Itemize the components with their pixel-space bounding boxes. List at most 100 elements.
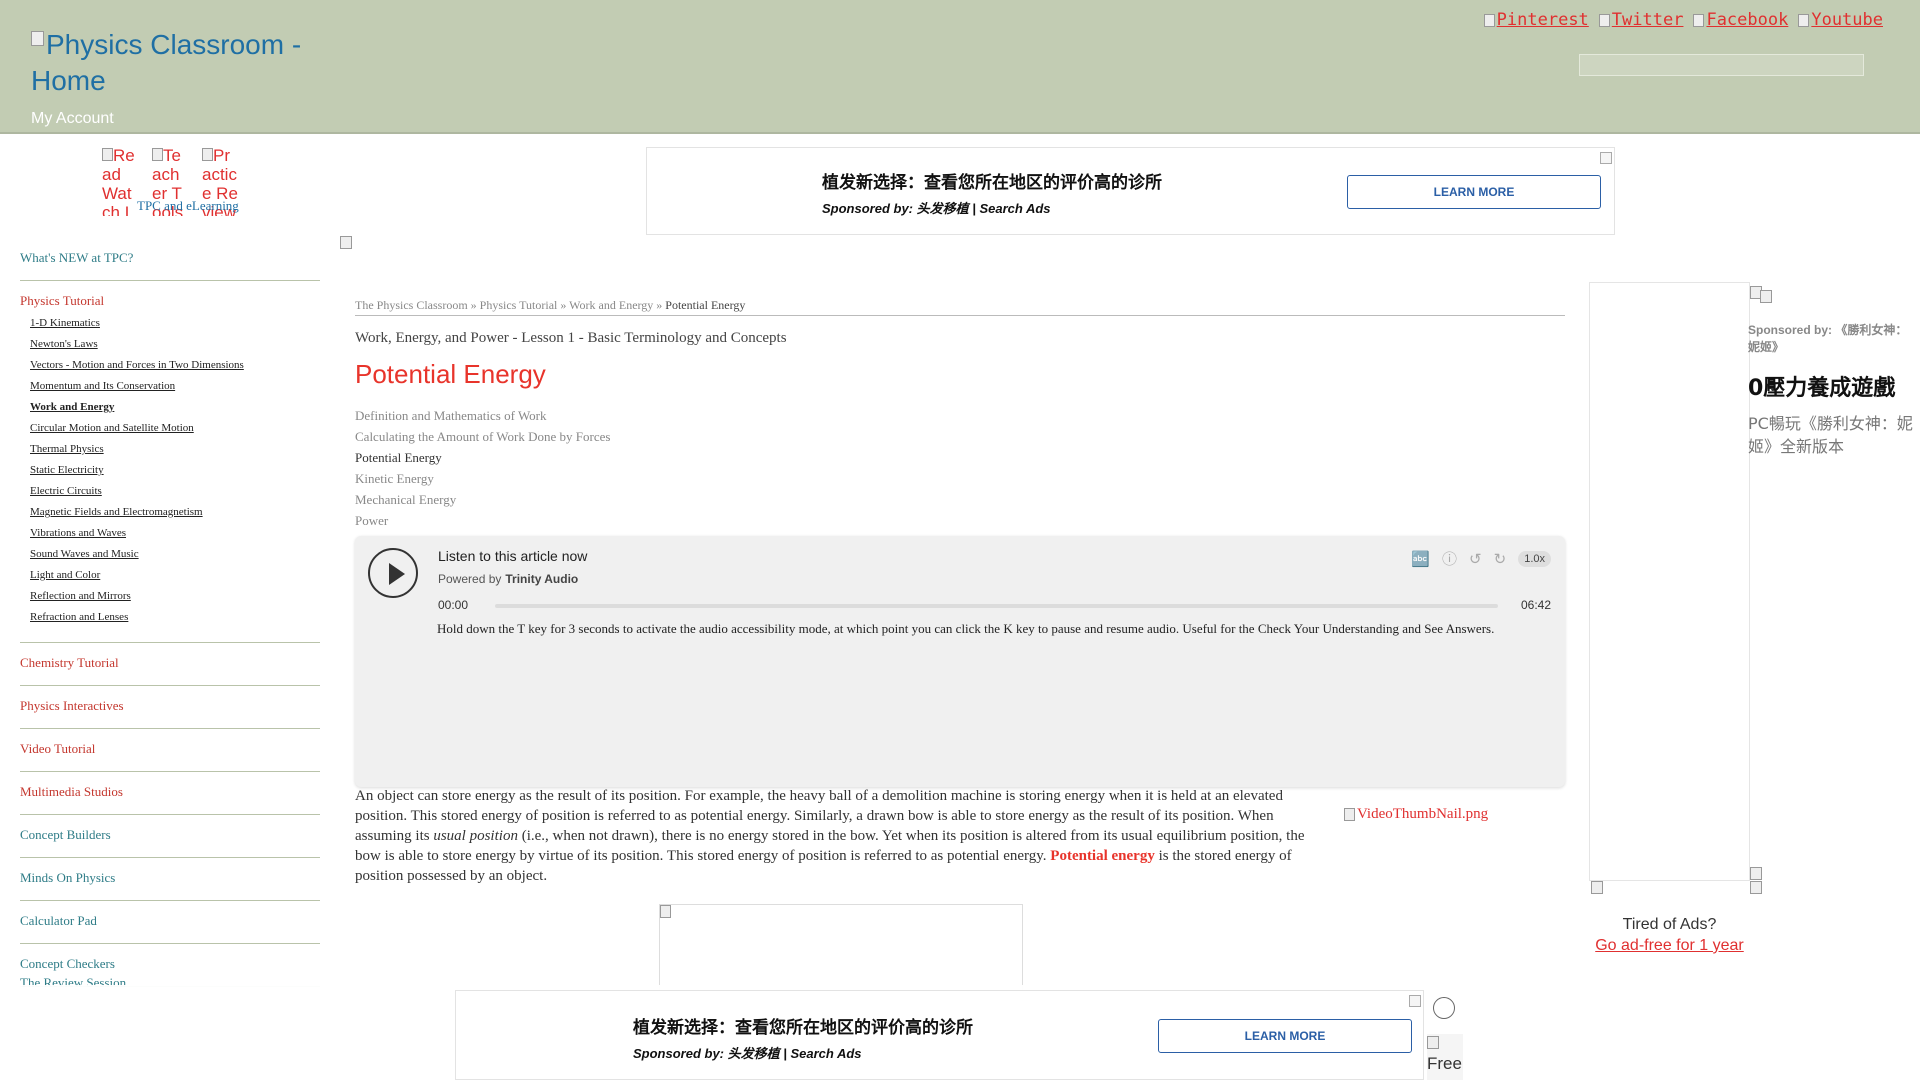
toc-item-kinetic-energy[interactable]: Kinetic Energy <box>355 468 1565 489</box>
sidebar-item-reflection-mirrors[interactable]: Reflection and Mirrors <box>30 586 320 607</box>
twitter-link[interactable]: Twitter <box>1598 10 1683 30</box>
physics-tutorial-link[interactable]: Physics Tutorial <box>20 293 320 309</box>
toc-item-potential-energy: Potential Energy <box>355 450 442 465</box>
forward-icon[interactable]: ↻ <box>1494 550 1507 568</box>
broken-image-icon <box>31 31 44 46</box>
progress-bar[interactable] <box>495 604 1498 608</box>
whats-new-link[interactable]: What's NEW at TPC? <box>20 250 320 266</box>
twitter-icon <box>1598 13 1610 27</box>
ad-sponsor: Sponsored by: 头发移植 | Search Ads <box>822 201 1051 216</box>
sidebar-item-vibrations-waves[interactable]: Vibrations and Waves <box>30 523 320 544</box>
rail-ad-headline[interactable]: 0壓力養成遊戲 <box>1748 370 1895 402</box>
facebook-icon <box>1693 13 1705 27</box>
player-powered-by: Powered by Trinity Audio <box>438 572 579 586</box>
ad-free-link[interactable]: Go ad-free for 1 year <box>1589 936 1750 956</box>
concept-checkers-link[interactable]: Concept Checkers <box>20 956 320 972</box>
nav-section-physics-tutorial: Physics Tutorial 1-D Kinematics Newton's… <box>20 281 320 643</box>
sidebar-item-electric-circuits[interactable]: Electric Circuits <box>30 481 320 502</box>
video-thumbnail-link[interactable]: VideoThumbNail.png <box>1344 806 1488 823</box>
nav-section: Multimedia Studios <box>20 772 320 815</box>
social-links: Pinterest Twitter Facebook Youtube <box>1483 10 1883 30</box>
chemistry-tutorial-link[interactable]: Chemistry Tutorial <box>20 655 320 671</box>
ad-sponsor: Sponsored by: 头发移植 | Search Ads <box>633 1046 862 1061</box>
broken-image-icon <box>202 148 213 161</box>
toc-item-power[interactable]: Power <box>355 510 1565 531</box>
sidebar-item-circular-motion[interactable]: Circular Motion and Satellite Motion <box>30 418 320 439</box>
toc-item-definition-work[interactable]: Definition and Mathematics of Work <box>355 405 1565 426</box>
calculator-pad-link[interactable]: Calculator Pad <box>20 913 320 929</box>
nav-section: Video Tutorial <box>20 729 320 772</box>
sidebar-item-vectors[interactable]: Vectors - Motion and Forces in Two Dimen… <box>30 355 320 376</box>
rail-ad-sponsor: Sponsored by: 《勝利女神：妮姬》 <box>1748 323 1908 354</box>
sidebar-item-magnetic-fields[interactable]: Magnetic Fields and Electromagnetism <box>30 502 320 523</box>
lesson-heading: Work, Energy, and Power - Lesson 1 - Bas… <box>355 330 787 346</box>
video-tutorial-link[interactable]: Video Tutorial <box>20 741 320 757</box>
time-total: 06:42 <box>1520 598 1551 612</box>
sticky-ad-close-button[interactable] <box>1433 997 1455 1019</box>
ad-close-icon[interactable] <box>1600 152 1612 164</box>
site-header: Physics Classroom - Home My Account Pint… <box>0 0 1920 134</box>
nav-section: Calculator Pad <box>20 901 320 944</box>
multimedia-studios-link[interactable]: Multimedia Studios <box>20 784 320 800</box>
broken-image-icon <box>1760 290 1772 303</box>
sidebar-item-momentum[interactable]: Momentum and Its Conservation <box>30 376 320 397</box>
right-rail-ad[interactable] <box>1589 282 1750 881</box>
ad-close-icon[interactable] <box>1409 995 1421 1007</box>
breadcrumb: The Physics Classroom » Physics Tutorial… <box>355 298 1565 316</box>
broken-image-icon <box>340 236 352 249</box>
audio-player: Listen to this article now Powered by Tri… <box>355 536 1565 787</box>
bottom-ad-banner[interactable]: 植发新选择：查看您所在地区的评价高的诊所 Sponsored by: 头发移植 … <box>455 990 1424 1080</box>
broken-image-icon <box>152 148 163 161</box>
broken-image-icon <box>1750 881 1762 894</box>
free-badge[interactable]: Free <box>1427 1034 1463 1080</box>
sidebar-item-light-color[interactable]: Light and Color <box>30 565 320 586</box>
ad-title: 植发新选择：查看您所在地区的评价高的诊所 <box>822 173 1162 193</box>
broken-image-icon <box>1344 808 1355 822</box>
sidebar-item-refraction-lenses[interactable]: Refraction and Lenses <box>30 607 320 628</box>
concept-builders-link[interactable]: Concept Builders <box>20 827 320 843</box>
site-logo-link[interactable]: Physics Classroom - Home <box>31 27 331 99</box>
breadcrumb-unit[interactable]: Work and Energy <box>569 298 653 312</box>
tired-of-ads-text: Tired of Ads? <box>1622 916 1717 933</box>
youtube-link[interactable]: Youtube <box>1798 10 1883 30</box>
my-account-link[interactable]: My Account <box>31 110 114 128</box>
pinterest-link[interactable]: Pinterest <box>1483 10 1589 30</box>
info-icon[interactable]: ⓘ <box>1442 548 1457 569</box>
sidebar-item-newtons-laws[interactable]: Newton's Laws <box>30 334 320 355</box>
sidebar-item-sound-waves[interactable]: Sound Waves and Music <box>30 544 320 565</box>
player-controls: 🔤 ⓘ ↺ ↻ 1.0x <box>1411 548 1551 569</box>
broken-image-icon <box>1750 867 1762 880</box>
top-ad-banner[interactable]: 植发新选择：查看您所在地区的评价高的诊所 Sponsored by: 头发移植 … <box>646 147 1615 235</box>
nav-section: What's NEW at TPC? <box>20 236 320 281</box>
breadcrumb-root[interactable]: The Physics Classroom <box>355 298 468 312</box>
search-input[interactable] <box>1579 54 1864 76</box>
lesson-toc: Definition and Mathematics of Work Calcu… <box>355 405 1565 531</box>
toc-item-mechanical-energy[interactable]: Mechanical Energy <box>355 489 1565 510</box>
broken-image-icon <box>1427 1036 1439 1049</box>
player-brand: Trinity Audio <box>505 572 579 586</box>
physics-interactives-link[interactable]: Physics Interactives <box>20 698 320 714</box>
learn-more-button[interactable]: LEARN MORE <box>1347 175 1601 209</box>
rail-ad-body: PC暢玩《勝利女神：妮姬》全新版本 <box>1748 414 1913 456</box>
play-button[interactable] <box>368 548 418 598</box>
toc-item-calculating-work[interactable]: Calculating the Amount of Work Done by F… <box>355 426 1565 447</box>
time-elapsed: 00:00 <box>438 598 469 612</box>
sidebar-item-kinematics[interactable]: 1-D Kinematics <box>30 313 320 334</box>
minds-on-physics-link[interactable]: Minds On Physics <box>20 870 320 886</box>
sidebar: Read Watch Interact Teacher Tools Practi… <box>0 134 330 1080</box>
read-watch-interact-link[interactable]: Read Watch Interact <box>102 146 138 216</box>
learn-more-button[interactable]: LEARN MORE <box>1158 1019 1412 1053</box>
broken-image-icon <box>1591 881 1603 894</box>
sidebar-item-work-and-energy[interactable]: Work and Energy <box>30 397 320 418</box>
facebook-link[interactable]: Facebook <box>1693 10 1788 30</box>
breadcrumb-tutorial[interactable]: Physics Tutorial <box>480 298 558 312</box>
playback-speed-button[interactable]: 1.0x <box>1518 550 1551 567</box>
sidebar-item-thermal-physics[interactable]: Thermal Physics <box>30 439 320 460</box>
tpc-elearning-link[interactable]: TPC and eLearning <box>137 198 239 214</box>
logo-alt-text: Physics Classroom - Home <box>31 29 302 96</box>
rewind-icon[interactable]: ↺ <box>1469 550 1482 568</box>
ad-title: 植发新选择：查看您所在地区的评价高的诊所 <box>633 1018 973 1038</box>
sidebar-item-static-electricity[interactable]: Static Electricity <box>30 460 320 481</box>
translate-icon[interactable]: 🔤 <box>1411 550 1430 568</box>
broken-image-icon <box>660 905 671 918</box>
